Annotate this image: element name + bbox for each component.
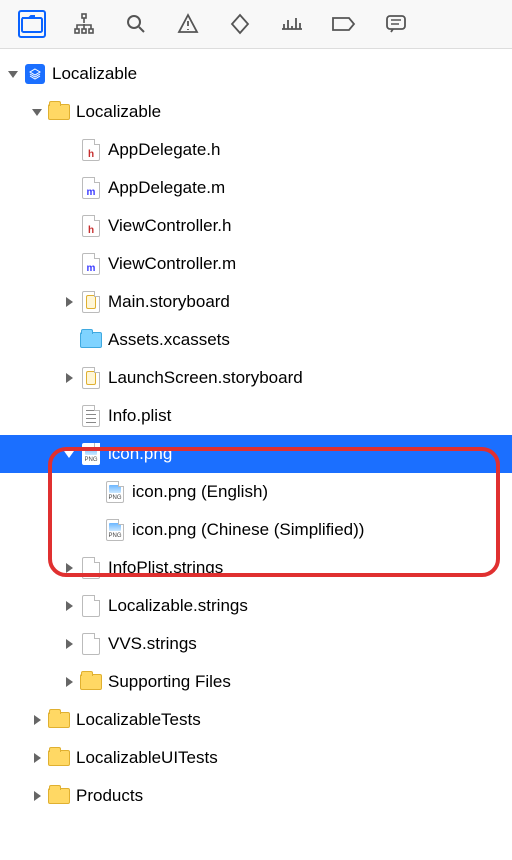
disclosure-triangle-right-icon[interactable] xyxy=(62,561,76,575)
file-row[interactable]: PNG icon.png (English) xyxy=(0,473,512,511)
strings-file-icon xyxy=(80,594,102,618)
file-label: ViewController.m xyxy=(108,254,236,274)
group-label: Localizable xyxy=(76,102,161,122)
disclosure-triangle-down-icon[interactable] xyxy=(30,105,44,119)
file-label: Info.plist xyxy=(108,406,171,426)
group-label: LocalizableUITests xyxy=(76,748,218,768)
file-row[interactable]: h ViewController.h xyxy=(0,207,512,245)
assets-folder-icon xyxy=(80,328,102,352)
project-root-row[interactable]: Localizable xyxy=(0,55,512,93)
file-row[interactable]: m AppDelegate.m xyxy=(0,169,512,207)
impl-file-icon: m xyxy=(80,176,102,200)
file-label: Main.storyboard xyxy=(108,292,230,312)
group-row[interactable]: LocalizableTests xyxy=(0,701,512,739)
file-row[interactable]: VVS.strings xyxy=(0,625,512,663)
file-row[interactable]: LaunchScreen.storyboard xyxy=(0,359,512,397)
navigator-toolbar xyxy=(0,0,512,49)
issue-navigator-tab[interactable] xyxy=(174,10,202,38)
folder-icon xyxy=(48,100,70,124)
file-row[interactable]: Main.storyboard xyxy=(0,283,512,321)
header-file-icon: h xyxy=(80,214,102,238)
test-navigator-tab[interactable] xyxy=(226,10,254,38)
xcodeproj-icon xyxy=(24,62,46,86)
file-row[interactable]: Assets.xcassets xyxy=(0,321,512,359)
file-row-selected[interactable]: PNG icon.png xyxy=(0,435,512,473)
folder-icon xyxy=(48,708,70,732)
project-tree: Localizable Localizable h AppDelegate.h … xyxy=(0,49,512,815)
disclosure-triangle-right-icon[interactable] xyxy=(62,599,76,613)
disclosure-triangle-right-icon[interactable] xyxy=(30,713,44,727)
file-label: Assets.xcassets xyxy=(108,330,230,350)
group-row[interactable]: Supporting Files xyxy=(0,663,512,701)
file-label: LaunchScreen.storyboard xyxy=(108,368,303,388)
report-navigator-tab[interactable] xyxy=(382,10,410,38)
file-label: icon.png (English) xyxy=(132,482,268,502)
find-navigator-tab[interactable] xyxy=(122,10,150,38)
png-file-icon: PNG xyxy=(104,518,126,542)
group-label: LocalizableTests xyxy=(76,710,201,730)
impl-file-icon: m xyxy=(80,252,102,276)
disclosure-triangle-right-icon[interactable] xyxy=(62,295,76,309)
group-row[interactable]: LocalizableUITests xyxy=(0,739,512,777)
file-row[interactable]: PNG icon.png (Chinese (Simplified)) xyxy=(0,511,512,549)
png-file-icon: PNG xyxy=(80,442,102,466)
disclosure-triangle-down-icon[interactable] xyxy=(62,447,76,461)
storyboard-file-icon xyxy=(80,290,102,314)
file-label: InfoPlist.strings xyxy=(108,558,223,578)
folder-icon xyxy=(48,784,70,808)
group-label: Products xyxy=(76,786,143,806)
file-row[interactable]: Localizable.strings xyxy=(0,587,512,625)
file-row[interactable]: InfoPlist.strings xyxy=(0,549,512,587)
disclosure-triangle-right-icon[interactable] xyxy=(30,751,44,765)
disclosure-triangle-right-icon[interactable] xyxy=(62,371,76,385)
file-row[interactable]: Info.plist xyxy=(0,397,512,435)
file-label: AppDelegate.m xyxy=(108,178,225,198)
file-label: AppDelegate.h xyxy=(108,140,220,160)
disclosure-triangle-right-icon[interactable] xyxy=(62,675,76,689)
disclosure-triangle-right-icon[interactable] xyxy=(62,637,76,651)
file-row[interactable]: h AppDelegate.h xyxy=(0,131,512,169)
breakpoint-navigator-tab[interactable] xyxy=(330,10,358,38)
folder-icon xyxy=(80,670,102,694)
header-file-icon: h xyxy=(80,138,102,162)
file-label: Localizable.strings xyxy=(108,596,248,616)
debug-navigator-tab[interactable] xyxy=(278,10,306,38)
disclosure-triangle-down-icon[interactable] xyxy=(6,67,20,81)
storyboard-file-icon xyxy=(80,366,102,390)
source-control-navigator-tab[interactable] xyxy=(70,10,98,38)
file-label: icon.png (Chinese (Simplified)) xyxy=(132,520,364,540)
file-label: VVS.strings xyxy=(108,634,197,654)
group-row[interactable]: Localizable xyxy=(0,93,512,131)
strings-file-icon xyxy=(80,556,102,580)
group-label: Supporting Files xyxy=(108,672,231,692)
file-row[interactable]: m ViewController.m xyxy=(0,245,512,283)
png-file-icon: PNG xyxy=(104,480,126,504)
strings-file-icon xyxy=(80,632,102,656)
group-row[interactable]: Products xyxy=(0,777,512,815)
folder-icon xyxy=(48,746,70,770)
file-label: icon.png xyxy=(108,444,172,464)
project-root-label: Localizable xyxy=(52,64,137,84)
plist-file-icon xyxy=(80,404,102,428)
file-label: ViewController.h xyxy=(108,216,231,236)
project-navigator-tab[interactable] xyxy=(18,10,46,38)
disclosure-triangle-right-icon[interactable] xyxy=(30,789,44,803)
